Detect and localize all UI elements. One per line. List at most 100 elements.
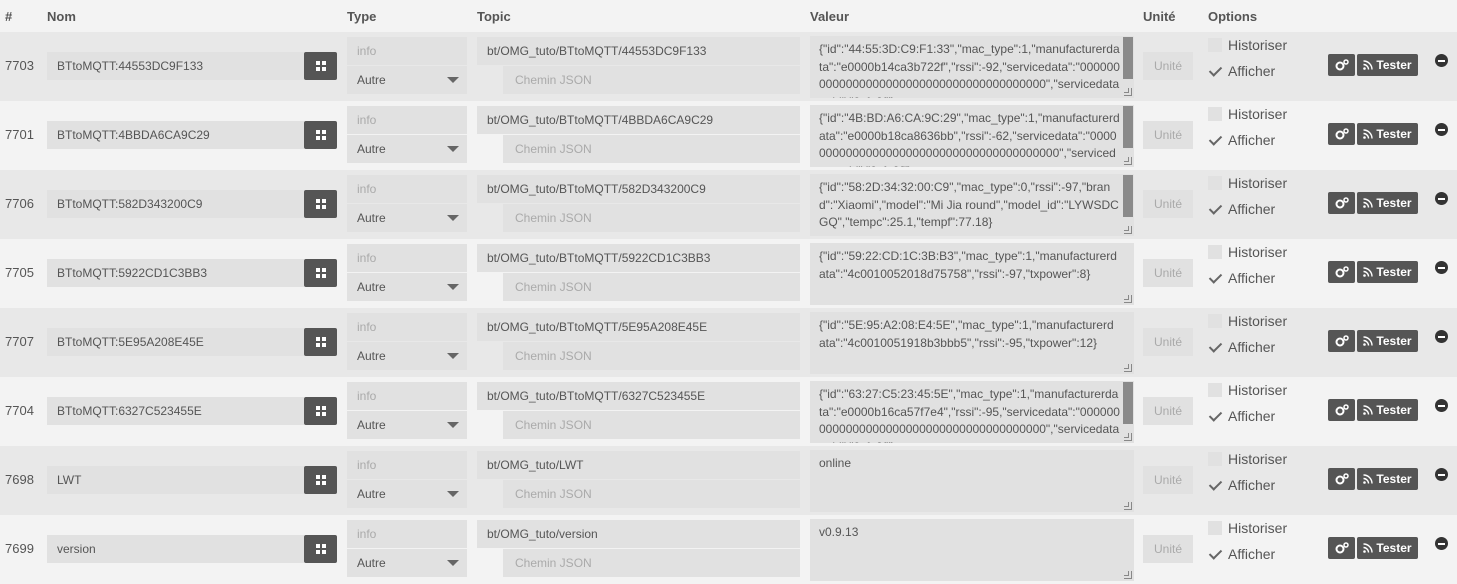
historize-checkbox[interactable]: Historiser xyxy=(1208,451,1287,467)
historize-checkbox[interactable]: Historiser xyxy=(1208,520,1287,536)
subtype-select[interactable]: Autre xyxy=(347,549,467,577)
subtype-select[interactable]: Autre xyxy=(347,135,467,163)
display-checkbox[interactable]: Afficher xyxy=(1208,339,1275,355)
subtype-select[interactable]: Autre xyxy=(347,273,467,301)
remove-icon[interactable] xyxy=(1435,54,1448,67)
remove-icon[interactable] xyxy=(1435,192,1448,205)
resize-handle-icon[interactable] xyxy=(1124,295,1132,303)
advanced-config-button[interactable] xyxy=(1328,399,1355,421)
historize-checkbox[interactable]: Historiser xyxy=(1208,37,1287,53)
unit-input[interactable]: Unité xyxy=(1143,535,1193,563)
display-checkbox[interactable]: Afficher xyxy=(1208,132,1275,148)
icon-config-button[interactable] xyxy=(304,121,337,149)
command-name-input[interactable]: LWT xyxy=(47,466,304,494)
test-button[interactable]: Tester xyxy=(1357,537,1418,559)
topic-input[interactable]: bt/OMG_tuto/LWT xyxy=(477,451,800,479)
value-scrollbar[interactable] xyxy=(1123,175,1133,217)
remove-icon[interactable] xyxy=(1435,261,1448,274)
unit-input[interactable]: Unité xyxy=(1143,328,1193,356)
remove-icon[interactable] xyxy=(1435,537,1448,550)
display-checkbox[interactable]: Afficher xyxy=(1208,477,1275,493)
command-name-input[interactable]: BTtoMQTT:44553DC9F133 xyxy=(47,52,304,80)
test-button[interactable]: Tester xyxy=(1357,192,1418,214)
historize-checkbox[interactable]: Historiser xyxy=(1208,106,1287,122)
historize-checkbox[interactable]: Historiser xyxy=(1208,175,1287,191)
icon-config-button[interactable] xyxy=(304,328,337,356)
value-textarea[interactable]: online xyxy=(810,450,1134,512)
remove-icon[interactable] xyxy=(1435,123,1448,136)
topic-input[interactable]: bt/OMG_tuto/BTtoMQTT/4BBDA6CA9C29 xyxy=(477,106,800,134)
resize-handle-icon[interactable] xyxy=(1124,502,1132,510)
advanced-config-button[interactable] xyxy=(1328,123,1355,145)
test-button[interactable]: Tester xyxy=(1357,261,1418,283)
value-scrollbar[interactable] xyxy=(1123,37,1133,79)
topic-input[interactable]: bt/OMG_tuto/BTtoMQTT/582D343200C9 xyxy=(477,175,800,203)
icon-config-button[interactable] xyxy=(304,259,337,287)
advanced-config-button[interactable] xyxy=(1328,54,1355,76)
value-textarea[interactable]: v0.9.13 xyxy=(810,519,1134,581)
icon-config-button[interactable] xyxy=(304,535,337,563)
test-button[interactable]: Tester xyxy=(1357,54,1418,76)
subtype-select[interactable]: Autre xyxy=(347,411,467,439)
advanced-config-button[interactable] xyxy=(1328,537,1355,559)
resize-handle-icon[interactable] xyxy=(1124,433,1132,441)
subtype-select[interactable]: Autre xyxy=(347,342,467,370)
display-checkbox[interactable]: Afficher xyxy=(1208,270,1275,286)
subtype-select[interactable]: Autre xyxy=(347,480,467,508)
advanced-config-button[interactable] xyxy=(1328,330,1355,352)
resize-handle-icon[interactable] xyxy=(1124,364,1132,372)
command-name-input[interactable]: BTtoMQTT:5E95A208E45E xyxy=(47,328,304,356)
command-name-input[interactable]: version xyxy=(47,535,304,563)
icon-config-button[interactable] xyxy=(304,397,337,425)
display-checkbox[interactable]: Afficher xyxy=(1208,408,1275,424)
display-checkbox[interactable]: Afficher xyxy=(1208,201,1275,217)
resize-handle-icon[interactable] xyxy=(1124,571,1132,579)
command-name-input[interactable]: BTtoMQTT:582D343200C9 xyxy=(47,190,304,218)
unit-input[interactable]: Unité xyxy=(1143,397,1193,425)
advanced-config-button[interactable] xyxy=(1328,468,1355,490)
value-textarea[interactable]: {"id":"5E:95:A2:08:E4:5E","mac_type":1,"… xyxy=(810,312,1134,374)
topic-input[interactable]: bt/OMG_tuto/BTtoMQTT/44553DC9F133 xyxy=(477,37,800,65)
value-textarea[interactable]: {"id":"58:2D:34:32:00:C9","mac_type":0,"… xyxy=(810,174,1134,236)
display-checkbox[interactable]: Afficher xyxy=(1208,63,1275,79)
value-scrollbar[interactable] xyxy=(1123,106,1133,148)
advanced-config-button[interactable] xyxy=(1328,192,1355,214)
json-path-input[interactable]: Chemin JSON xyxy=(503,66,800,94)
topic-input[interactable]: bt/OMG_tuto/BTtoMQTT/6327C523455E xyxy=(477,382,800,410)
resize-handle-icon[interactable] xyxy=(1124,226,1132,234)
json-path-input[interactable]: Chemin JSON xyxy=(503,204,800,232)
unit-input[interactable]: Unité xyxy=(1143,466,1193,494)
command-name-input[interactable]: BTtoMQTT:4BBDA6CA9C29 xyxy=(47,121,304,149)
test-button[interactable]: Tester xyxy=(1357,123,1418,145)
icon-config-button[interactable] xyxy=(304,52,337,80)
resize-handle-icon[interactable] xyxy=(1124,88,1132,96)
unit-input[interactable]: Unité xyxy=(1143,190,1193,218)
value-textarea[interactable]: {"id":"63:27:C5:23:45:5E","mac_type":1,"… xyxy=(810,381,1134,443)
unit-input[interactable]: Unité xyxy=(1143,52,1193,80)
remove-icon[interactable] xyxy=(1435,330,1448,343)
remove-icon[interactable] xyxy=(1435,468,1448,481)
command-name-input[interactable]: BTtoMQTT:5922CD1C3BB3 xyxy=(47,259,304,287)
topic-input[interactable]: bt/OMG_tuto/version xyxy=(477,520,800,548)
historize-checkbox[interactable]: Historiser xyxy=(1208,382,1287,398)
value-textarea[interactable]: {"id":"59:22:CD:1C:3B:B3","mac_type":1,"… xyxy=(810,243,1134,305)
remove-icon[interactable] xyxy=(1435,399,1448,412)
test-button[interactable]: Tester xyxy=(1357,330,1418,352)
icon-config-button[interactable] xyxy=(304,190,337,218)
test-button[interactable]: Tester xyxy=(1357,399,1418,421)
topic-input[interactable]: bt/OMG_tuto/BTtoMQTT/5E95A208E45E xyxy=(477,313,800,341)
advanced-config-button[interactable] xyxy=(1328,261,1355,283)
unit-input[interactable]: Unité xyxy=(1143,121,1193,149)
command-name-input[interactable]: BTtoMQTT:6327C523455E xyxy=(47,397,304,425)
icon-config-button[interactable] xyxy=(304,466,337,494)
json-path-input[interactable]: Chemin JSON xyxy=(503,135,800,163)
subtype-select[interactable]: Autre xyxy=(347,204,467,232)
test-button[interactable]: Tester xyxy=(1357,468,1418,490)
json-path-input[interactable]: Chemin JSON xyxy=(503,273,800,301)
json-path-input[interactable]: Chemin JSON xyxy=(503,411,800,439)
value-textarea[interactable]: {"id":"44:55:3D:C9:F1:33","mac_type":1,"… xyxy=(810,36,1134,98)
value-textarea[interactable]: {"id":"4B:BD:A6:CA:9C:29","mac_type":1,"… xyxy=(810,105,1134,167)
subtype-select[interactable]: Autre xyxy=(347,66,467,94)
historize-checkbox[interactable]: Historiser xyxy=(1208,244,1287,260)
historize-checkbox[interactable]: Historiser xyxy=(1208,313,1287,329)
